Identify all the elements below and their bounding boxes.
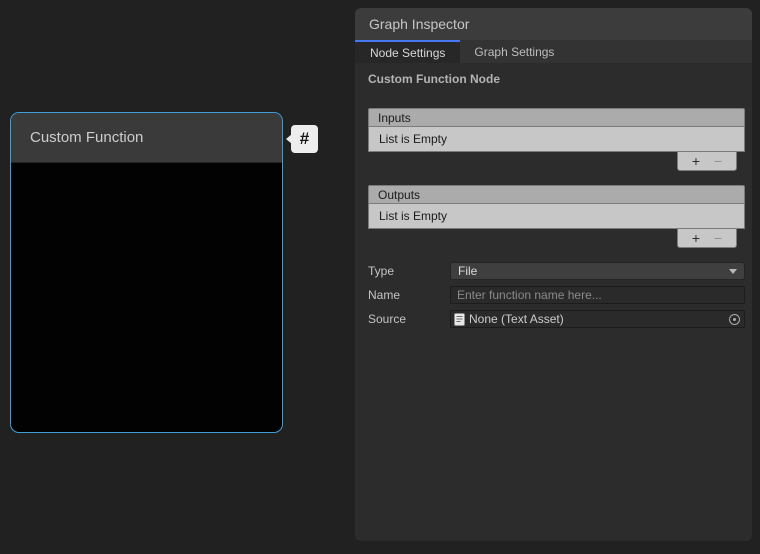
source-label: Source: [368, 312, 450, 326]
node-title-bar[interactable]: Custom Function: [11, 113, 282, 163]
type-dropdown-value: File: [458, 264, 477, 278]
type-dropdown[interactable]: File: [450, 262, 745, 280]
badge-tail-icon: [286, 134, 292, 144]
source-field-row: Source None (Text Asset): [368, 310, 745, 328]
chevron-down-icon: [729, 269, 737, 274]
inputs-list-footer-row: + −: [368, 152, 745, 172]
panel-title: Graph Inspector: [369, 16, 469, 32]
inputs-list-title: Inputs: [378, 111, 411, 125]
hash-icon: #: [300, 129, 309, 149]
tab-node-settings[interactable]: Node Settings: [355, 40, 460, 63]
source-object-value: None (Text Asset): [469, 312, 729, 326]
outputs-list-footer: + −: [677, 229, 737, 248]
inputs-list-footer: + −: [677, 152, 737, 171]
name-field-row: Name: [368, 286, 745, 304]
inputs-list: Inputs List is Empty + −: [368, 108, 745, 172]
inputs-add-button[interactable]: +: [692, 154, 700, 168]
tab-graph-settings-label: Graph Settings: [474, 45, 554, 59]
outputs-empty-label: List is Empty: [379, 209, 447, 223]
inputs-remove-button[interactable]: −: [714, 154, 722, 168]
object-picker-icon[interactable]: [729, 314, 740, 325]
custom-function-node[interactable]: Custom Function: [10, 112, 283, 433]
graph-inspector-panel: Graph Inspector Node Settings Graph Sett…: [355, 8, 752, 541]
panel-title-bar[interactable]: Graph Inspector: [355, 8, 752, 40]
tab-graph-settings[interactable]: Graph Settings: [460, 40, 568, 63]
inspector-content: Custom Function Node Inputs List is Empt…: [355, 63, 752, 328]
outputs-remove-button[interactable]: −: [714, 231, 722, 245]
outputs-list-header[interactable]: Outputs: [368, 185, 745, 204]
outputs-add-button[interactable]: +: [692, 231, 700, 245]
name-label: Name: [368, 288, 450, 302]
node-title: Custom Function: [30, 129, 143, 146]
node-hash-badge[interactable]: #: [291, 125, 318, 153]
type-label: Type: [368, 264, 450, 278]
tab-node-settings-label: Node Settings: [370, 46, 445, 60]
inputs-empty-label: List is Empty: [379, 132, 447, 146]
outputs-list-title: Outputs: [378, 188, 420, 202]
text-asset-icon: [454, 313, 465, 326]
function-name-input[interactable]: [450, 286, 745, 304]
type-field-row: Type File: [368, 262, 745, 280]
outputs-list: Outputs List is Empty + −: [368, 185, 745, 249]
inputs-list-header[interactable]: Inputs: [368, 108, 745, 127]
section-heading: Custom Function Node: [368, 72, 745, 86]
source-object-field[interactable]: None (Text Asset): [450, 310, 745, 328]
inputs-list-empty-row: List is Empty: [368, 127, 745, 152]
property-fields: Type File Name Source: [368, 262, 745, 328]
outputs-list-footer-row: + −: [368, 229, 745, 249]
tab-bar: Node Settings Graph Settings: [355, 40, 752, 63]
outputs-list-empty-row: List is Empty: [368, 204, 745, 229]
